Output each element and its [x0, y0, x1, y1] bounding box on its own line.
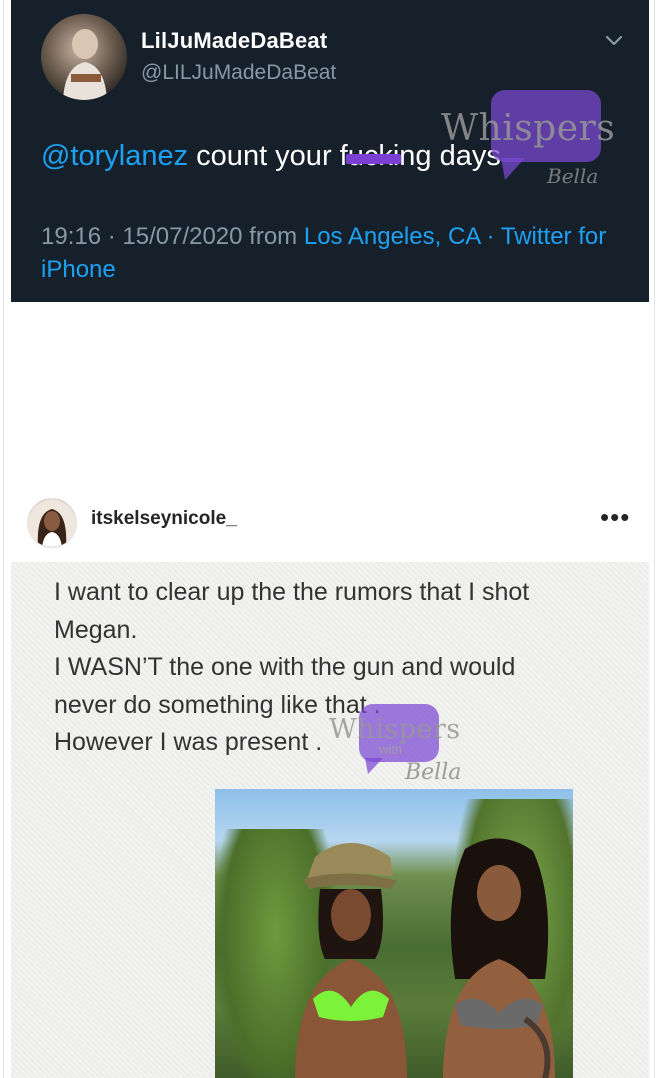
- post-caption: I want to clear up the the rumors that I…: [54, 574, 614, 762]
- post-photo[interactable]: [215, 789, 573, 1078]
- speech-bubble-icon: [491, 90, 601, 162]
- watermark-signature: Bella: [405, 760, 462, 785]
- instagram-post-header: itskelseynicole_ •••: [0, 490, 660, 550]
- instagram-username[interactable]: itskelseynicole_: [91, 508, 237, 530]
- tweet-timestamp: 19:16 · 15/07/2020 from: [41, 223, 304, 250]
- tweet-text-part: ng days: [399, 140, 501, 172]
- caption-line: I want to clear up the the rumors that I…: [54, 578, 530, 606]
- photo-person: [295, 843, 407, 1078]
- watermark-signature: Bella: [547, 164, 599, 188]
- caption-line: I WASN’T the one with the gun and would: [54, 653, 516, 681]
- tweet-metadata: 19:16 · 15/07/2020 from Los Angeles, CA …: [41, 220, 621, 286]
- photo-person: [443, 838, 555, 1078]
- censored-word: ucki: [345, 140, 401, 172]
- tweet-text-part: count your f: [188, 140, 348, 172]
- more-options-icon[interactable]: •••: [600, 502, 630, 533]
- tweet-mention[interactable]: @torylanez: [41, 140, 188, 172]
- instagram-post-content: I want to clear up the the rumors that I…: [11, 562, 649, 1078]
- tweet-card: LilJuMadeDaBeat @LILJuMadeDaBeat @toryla…: [11, 0, 649, 302]
- chevron-down-icon[interactable]: [603, 30, 625, 50]
- tweet-display-name[interactable]: LilJuMadeDaBeat: [141, 28, 327, 54]
- tweet-avatar[interactable]: [41, 14, 127, 100]
- caption-line: never do something like that .: [54, 690, 381, 719]
- tweet-location-link[interactable]: Los Angeles, CA: [304, 223, 480, 250]
- meta-separator: ·: [479, 223, 501, 250]
- tweet-handle[interactable]: @LILJuMadeDaBeat: [141, 61, 336, 85]
- tweet-text: @torylanez count your fucking days: [41, 140, 501, 173]
- avatar[interactable]: [27, 498, 77, 548]
- caption-line: Megan.: [54, 615, 138, 644]
- caption-line: However I was present .: [54, 728, 323, 756]
- speech-bubble-tail-icon: [501, 158, 525, 180]
